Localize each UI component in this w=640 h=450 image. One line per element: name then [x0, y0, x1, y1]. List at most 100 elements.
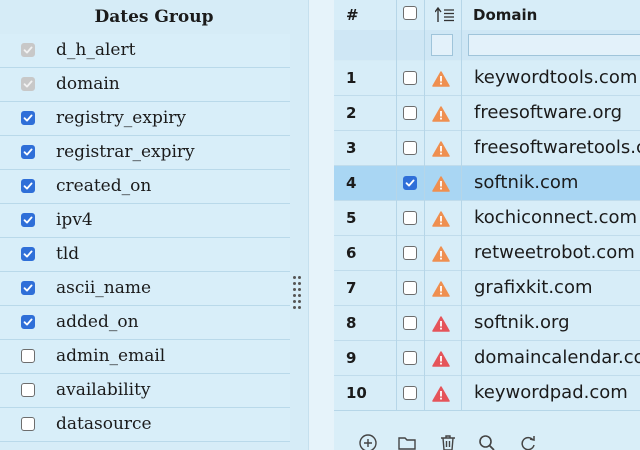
search-icon[interactable] [477, 433, 497, 450]
column-checkbox[interactable] [21, 281, 35, 295]
warning-icon [432, 351, 450, 367]
table-row[interactable]: 4 softnik.com [334, 166, 640, 201]
column-option-row[interactable]: admin_email [0, 340, 290, 374]
add-circle-icon[interactable] [358, 433, 378, 450]
column-label: registry_expiry [56, 108, 186, 128]
row-select-checkbox[interactable] [403, 351, 417, 365]
row-number: 10 [346, 384, 367, 402]
column-divider [424, 0, 425, 410]
column-label: ipv4 [56, 210, 93, 230]
column-checkbox[interactable] [21, 213, 35, 227]
panel-splitter[interactable] [308, 0, 335, 450]
column-checkbox[interactable] [21, 145, 35, 159]
domain-cell: retweetrobot.com [474, 242, 635, 263]
header-row-number: # [346, 6, 359, 24]
domain-cell: freesoftware.org [474, 102, 623, 123]
row-select-checkbox[interactable] [403, 316, 417, 330]
row-number: 4 [346, 174, 357, 192]
column-option-row[interactable]: ipv4 [0, 204, 290, 238]
column-checkbox[interactable] [21, 315, 35, 329]
column-label: registrar_expiry [56, 142, 195, 162]
column-option-row[interactable]: created_on [0, 170, 290, 204]
column-checkbox [21, 43, 35, 57]
row-number: 1 [346, 69, 357, 87]
grid-toolbar [334, 410, 640, 450]
row-number: 5 [346, 209, 357, 227]
warning-icon [432, 246, 450, 262]
column-option-row[interactable]: datasource [0, 408, 290, 442]
column-option-row[interactable]: availability [0, 374, 290, 408]
domain-cell: softnik.com [474, 172, 579, 193]
header-domain[interactable]: Domain [473, 0, 537, 30]
filter-row [334, 30, 640, 60]
row-select-checkbox[interactable] [403, 386, 417, 400]
row-select-checkbox[interactable] [403, 211, 417, 225]
row-select-checkbox[interactable] [403, 176, 417, 190]
column-checkbox[interactable] [21, 417, 35, 431]
row-select-checkbox[interactable] [403, 246, 417, 260]
column-group-title: Dates Group [94, 7, 214, 27]
trash-icon[interactable] [438, 433, 458, 450]
column-checkbox[interactable] [21, 179, 35, 193]
alert-filter-input[interactable] [431, 34, 453, 56]
column-list: d_h_alert domain registry_expiry registrar_… [0, 34, 290, 442]
domain-cell: keywordpad.com [474, 382, 628, 403]
column-option-row[interactable]: registrar_expiry [0, 136, 290, 170]
domain-filter-input[interactable] [468, 34, 640, 56]
column-label: datasource [56, 414, 152, 434]
table-row[interactable]: 6 retweetrobot.com [334, 236, 640, 271]
column-checkbox[interactable] [21, 383, 35, 397]
column-label: ascii_name [56, 278, 152, 298]
warning-icon [432, 71, 450, 87]
row-number: 7 [346, 279, 357, 297]
table-row[interactable]: 8 softnik.org [334, 306, 640, 341]
column-option-row[interactable]: domain [0, 68, 290, 102]
table-row[interactable]: 7 grafixkit.com [334, 271, 640, 306]
column-label: added_on [56, 312, 139, 332]
refresh-icon[interactable] [518, 433, 538, 450]
warning-icon [432, 211, 450, 227]
column-label: tld [56, 244, 80, 264]
folder-icon[interactable] [397, 433, 417, 450]
row-select-checkbox[interactable] [403, 71, 417, 85]
table-row[interactable]: 9 domaincalendar.com [334, 341, 640, 376]
domain-grid: # Domain 1 keywordtools.com 2 freesoftware.… [334, 0, 640, 450]
drag-handle-icon[interactable] [293, 276, 303, 312]
row-number: 3 [346, 139, 357, 157]
column-option-row[interactable]: ascii_name [0, 272, 290, 306]
table-row[interactable]: 5 kochiconnect.com [334, 201, 640, 236]
table-row[interactable]: 10 keywordpad.com [334, 376, 640, 411]
column-label: created_on [56, 176, 152, 196]
domain-cell: grafixkit.com [474, 277, 593, 298]
column-option-row[interactable]: d_h_alert [0, 34, 290, 68]
warning-icon [432, 281, 450, 297]
column-checkbox[interactable] [21, 111, 35, 125]
column-option-row[interactable]: registry_expiry [0, 102, 290, 136]
column-checkbox[interactable] [21, 349, 35, 363]
table-row[interactable]: 3 freesoftwaretools.com [334, 131, 640, 166]
domain-cell: kochiconnect.com [474, 207, 638, 228]
sort-order-icon[interactable] [434, 6, 455, 23]
column-chooser-panel: Dates Group d_h_alert domain registry_expi… [0, 0, 308, 450]
column-divider [461, 0, 462, 410]
select-all-checkbox[interactable] [403, 6, 417, 20]
column-checkbox[interactable] [21, 247, 35, 261]
row-select-checkbox[interactable] [403, 281, 417, 295]
row-select-checkbox[interactable] [403, 106, 417, 120]
domain-cell: domaincalendar.com [474, 347, 640, 368]
table-row[interactable]: 1 keywordtools.com [334, 61, 640, 96]
warning-icon [432, 316, 450, 332]
column-option-row[interactable]: tld [0, 238, 290, 272]
row-select-checkbox[interactable] [403, 141, 417, 155]
warning-icon [432, 106, 450, 122]
column-option-row[interactable]: added_on [0, 306, 290, 340]
column-label: admin_email [56, 346, 166, 366]
row-number: 9 [346, 349, 357, 367]
domain-cell: softnik.org [474, 312, 570, 333]
domain-cell: freesoftwaretools.com [474, 137, 640, 158]
table-row[interactable]: 2 freesoftware.org [334, 96, 640, 131]
row-number: 6 [346, 244, 357, 262]
warning-icon [432, 141, 450, 157]
column-divider [396, 0, 397, 410]
row-number: 2 [346, 104, 357, 122]
